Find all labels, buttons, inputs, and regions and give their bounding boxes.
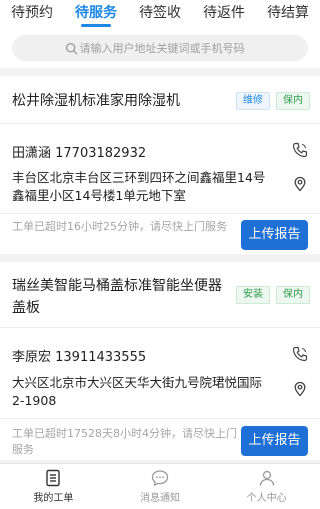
message-icon bbox=[151, 470, 169, 487]
badge-group: 维修 保内 bbox=[236, 92, 310, 110]
tab-pending-service[interactable]: 待服务 bbox=[73, 0, 119, 30]
nav-my-work-orders[interactable]: 我的工单 bbox=[0, 464, 107, 509]
bottom-nav: 我的工单 消息通知 个人中心 bbox=[0, 463, 320, 509]
overdue-notice: 工单已超时16小时25分钟，请尽快上门服务 bbox=[12, 220, 227, 233]
service-type-badge: 安装 bbox=[236, 286, 270, 304]
tab-pending-appointment[interactable]: 待预约 bbox=[9, 0, 55, 30]
search-box[interactable] bbox=[12, 35, 308, 61]
search-bar bbox=[0, 30, 320, 68]
nav-personal-center[interactable]: 个人中心 bbox=[213, 464, 320, 509]
search-icon bbox=[65, 42, 77, 54]
order-footer: 工单已超时16小时25分钟，请尽快上门服务 上传报告 bbox=[0, 213, 320, 254]
phone-icon[interactable] bbox=[292, 142, 308, 158]
service-type-badge: 维修 bbox=[236, 92, 270, 110]
nav-label: 消息通知 bbox=[140, 493, 180, 504]
search-input[interactable] bbox=[79, 41, 256, 55]
contact-info: 田潇涵 17703182932 bbox=[12, 146, 147, 161]
badge-group: 安装 保内 bbox=[236, 286, 310, 304]
order-card[interactable]: 松井除湿机标准家用除湿机 维修 保内 田潇涵 17703182932 丰台区北京… bbox=[0, 76, 320, 254]
tab-pending-return[interactable]: 待返件 bbox=[201, 0, 247, 30]
work-order-icon bbox=[46, 469, 61, 487]
nav-messages[interactable]: 消息通知 bbox=[107, 464, 214, 509]
user-icon bbox=[259, 470, 274, 486]
phone-icon[interactable] bbox=[292, 346, 308, 362]
overdue-notice: 工单已超时17528天8小时4分钟，请尽快上门服务 bbox=[12, 427, 237, 456]
order-card[interactable]: 瑞丝美智能马桶盖标准智能坐便器盖板 安装 保内 李原宏 13911433555 … bbox=[0, 262, 320, 460]
upload-report-button[interactable]: 上传报告 bbox=[241, 426, 308, 456]
order-header: 松井除湿机标准家用除湿机 维修 保内 bbox=[0, 76, 320, 124]
product-title: 瑞丝美智能马桶盖标准智能坐便器盖板 bbox=[12, 278, 222, 316]
nav-label: 个人中心 bbox=[246, 493, 287, 504]
nav-label: 我的工单 bbox=[33, 493, 74, 504]
tab-pending-settlement[interactable]: 待结算 bbox=[265, 0, 311, 30]
upload-report-button[interactable]: 上传报告 bbox=[241, 220, 308, 250]
status-tabs: 待预约 待服务 待签收 待返件 待结算 bbox=[0, 0, 320, 30]
warranty-badge: 保内 bbox=[276, 286, 310, 304]
location-icon[interactable] bbox=[292, 176, 308, 192]
tab-pending-signoff[interactable]: 待签收 bbox=[137, 0, 183, 30]
address: 大兴区北京市大兴区天华大街九号院珺悦国际2-1908 bbox=[12, 375, 263, 408]
order-header: 瑞丝美智能马桶盖标准智能坐便器盖板 安装 保内 bbox=[0, 262, 320, 328]
warranty-badge: 保内 bbox=[276, 92, 310, 110]
order-footer: 工单已超时17528天8小时4分钟，请尽快上门服务 上传报告 bbox=[0, 418, 320, 460]
location-icon[interactable] bbox=[292, 381, 308, 397]
contact-info: 李原宏 13911433555 bbox=[12, 350, 147, 365]
address: 丰台区北京丰台区三环到四环之间鑫福里14号鑫福里小区14号楼1单元地下室 bbox=[12, 170, 266, 203]
